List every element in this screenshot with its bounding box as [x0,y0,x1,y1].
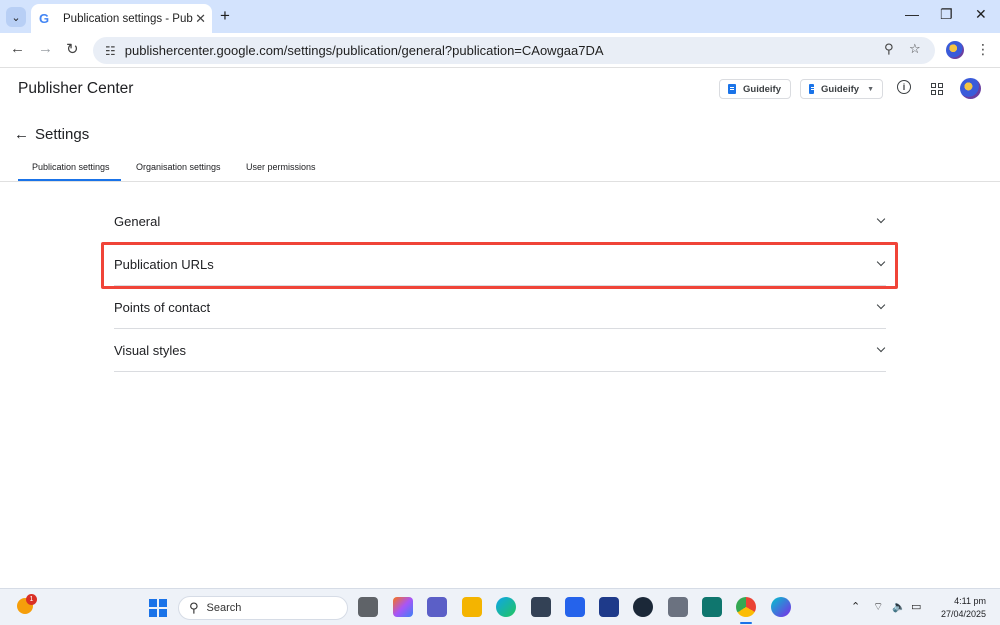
notification-badge: 1 [26,594,37,605]
tab-close-icon[interactable]: ✕ [195,11,206,27]
help-info-icon[interactable]: i [897,80,911,94]
profile-avatar-icon[interactable] [946,41,964,59]
restore-icon[interactable]: ❐ [940,6,953,23]
bookmark-star-icon[interactable]: ☆ [909,41,921,57]
publication-icon [728,84,736,94]
app-icon-hex[interactable] [531,597,551,617]
publication-button[interactable]: Guideify [719,79,791,99]
publication-dropdown-label: Guideify [821,83,860,95]
url-text: publishercenter.google.com/settings/publ… [124,43,604,58]
tab-user-permissions[interactable]: User permissions [246,162,316,172]
start-menu-icon[interactable] [149,599,167,617]
address-bar[interactable]: ☷ publishercenter.google.com/settings/pu… [93,37,935,64]
section-label: Points of contact [114,299,211,315]
clock-time: 4:11 pm [954,596,986,606]
battery-icon[interactable]: ▭ [911,600,921,613]
new-tab-icon[interactable]: + [220,6,230,26]
tray-chevron-icon[interactable]: ⌃ [851,600,860,613]
taskbar-search-input[interactable]: ⚲ Search [178,596,348,620]
caret-down-icon: ▼ [867,85,874,93]
section-general[interactable]: General [114,200,886,243]
app-icon-play[interactable] [702,597,722,617]
settings-tabs: Publication settings Organisation settin… [0,154,1000,182]
browser-tab[interactable]: G Publication settings - Publisher ✕ [31,4,212,33]
system-clock[interactable]: 4:11 pm 27/04/2025 [932,595,986,621]
search-placeholder: Search [206,602,242,614]
publication-icon [809,84,816,94]
active-tab-indicator [18,179,121,181]
publication-dropdown[interactable]: Guideify ▼ [800,79,883,99]
canva-icon[interactable] [771,597,791,617]
settings-sections: General Publication URLs Points of conta… [114,200,886,372]
publication-button-label: Guideify [743,83,782,95]
volume-icon[interactable]: 🔈 [892,600,906,613]
section-points-of-contact[interactable]: Points of contact [114,286,886,329]
tab-organisation-settings[interactable]: Organisation settings [136,162,221,172]
chrome-icon[interactable] [736,597,756,617]
app-header: Publisher Center Guideify Guideify ▼ i [0,68,1000,112]
chevron-down-icon[interactable] [876,257,886,267]
forward-icon[interactable]: → [38,40,53,57]
task-view-icon[interactable] [358,597,378,617]
page-title: Settings [35,126,90,143]
chevron-down-icon[interactable] [876,214,886,224]
search-icon: ⚲ [189,600,199,615]
section-publication-urls[interactable]: Publication URLs [114,243,886,286]
file-explorer-icon[interactable] [462,597,482,617]
back-arrow-icon[interactable]: ← [14,126,29,143]
edge-icon[interactable] [496,597,516,617]
chevron-down-icon[interactable] [876,300,886,310]
copilot-icon[interactable] [393,597,413,617]
steam-icon[interactable] [633,597,653,617]
section-label: General [114,213,161,229]
wifi-icon[interactable]: ⌔ [873,600,883,614]
tab-title: Publication settings - Publisher [63,12,193,25]
section-label: Publication URLs [114,256,214,272]
close-icon[interactable]: ✕ [975,6,987,23]
app-title: Publisher Center [18,80,134,97]
clock-date: 27/04/2025 [940,609,986,619]
browser-toolbar: ← → ↻ ☷ publishercenter.google.com/setti… [0,33,1000,68]
site-info-icon[interactable]: ☷ [105,44,116,58]
google-favicon-icon: G [39,10,50,26]
apps-grid-icon[interactable] [931,83,943,95]
tab-search-icon[interactable]: ⌄ [6,7,26,27]
settings-heading: ← Settings [14,126,89,143]
store-icon[interactable] [565,597,585,617]
taskbar: 1 ⚲ Search ⌃ ⌔ 🔈 ▭ 4:11 pm 27/04/2025 [0,588,1000,625]
reload-icon[interactable]: ↻ [66,40,79,58]
chevron-down-icon[interactable] [876,343,886,353]
app-icon-m[interactable] [599,597,619,617]
section-visual-styles[interactable]: Visual styles [114,329,886,372]
app-icon-wave[interactable] [668,597,688,617]
minimize-icon[interactable]: — [905,6,919,22]
browser-tab-strip: ⌄ G Publication settings - Publisher ✕ +… [0,0,1000,33]
active-app-indicator [740,622,752,624]
zoom-icon[interactable]: ⚲ [884,41,894,57]
teams-icon[interactable] [427,597,447,617]
back-icon[interactable]: ← [10,40,25,57]
menu-icon[interactable]: ⋮ [976,41,990,58]
account-avatar[interactable] [960,78,981,99]
section-label: Visual styles [114,342,187,358]
tab-publication-settings[interactable]: Publication settings [32,162,110,172]
